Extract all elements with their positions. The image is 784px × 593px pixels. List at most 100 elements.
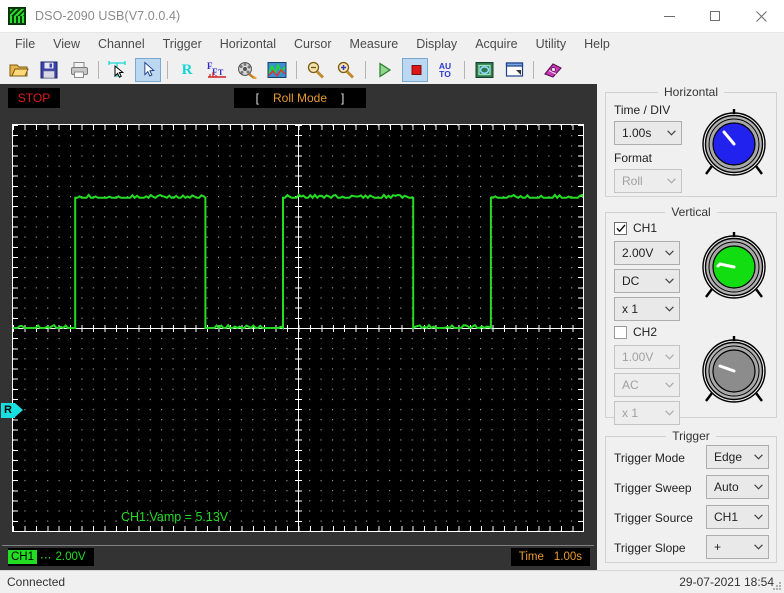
trigger-sweep-label: Trigger Sweep bbox=[614, 481, 692, 495]
ch1-volts-div-value: 2.00V bbox=[622, 246, 653, 260]
save-button[interactable] bbox=[36, 58, 62, 82]
title-bar: DSO-2090 USB(V7.0.0.4) bbox=[0, 0, 784, 33]
menu-display[interactable]: Display bbox=[407, 35, 466, 53]
menu-measure[interactable]: Measure bbox=[341, 35, 408, 53]
chevron-down-icon bbox=[752, 544, 764, 550]
window-layout-icon bbox=[505, 61, 524, 79]
run-button[interactable] bbox=[372, 58, 398, 82]
help-book-button[interactable] bbox=[540, 58, 566, 82]
horizontal-group-title: Horizontal bbox=[606, 85, 776, 99]
window-title: DSO-2090 USB(V7.0.0.4) bbox=[35, 9, 180, 23]
menu-view[interactable]: View bbox=[44, 35, 89, 53]
timebase-badge[interactable]: Time 1.00s bbox=[511, 548, 590, 566]
toolbar: R F F T AU TO bbox=[0, 55, 784, 86]
maximize-icon bbox=[710, 11, 720, 21]
auto-set-button[interactable]: AU TO bbox=[432, 58, 458, 82]
ch1-checkbox[interactable] bbox=[614, 222, 627, 235]
ch1-settings-badge[interactable]: CH1 ⋯ 2.00V bbox=[8, 548, 94, 566]
format-select[interactable]: Roll bbox=[614, 169, 682, 193]
ch1-coupling-value: DC bbox=[622, 274, 639, 288]
menu-utility[interactable]: Utility bbox=[527, 35, 576, 53]
menu-cursor[interactable]: Cursor bbox=[285, 35, 341, 53]
trigger-slope-label: Trigger Slope bbox=[614, 541, 686, 555]
ch2-label: CH2 bbox=[633, 325, 657, 339]
stop-button[interactable] bbox=[402, 58, 428, 82]
trigger-mode-select[interactable]: Edge bbox=[706, 445, 769, 469]
ch1-badge-name: CH1 bbox=[8, 550, 37, 564]
ch2-position-knob[interactable] bbox=[698, 335, 770, 407]
print-button[interactable] bbox=[66, 58, 92, 82]
measurement-readout: CH1:Vamp = 5.13V bbox=[121, 510, 228, 524]
menu-acquire[interactable]: Acquire bbox=[466, 35, 526, 53]
mode-label: Roll Mode bbox=[273, 91, 327, 105]
fft-icon: F F T bbox=[207, 61, 227, 79]
timebase-value: 1.00s bbox=[554, 551, 582, 563]
pointer-button[interactable] bbox=[135, 58, 161, 82]
stop-icon bbox=[410, 62, 423, 78]
ch1-probe-select[interactable]: x 1 bbox=[614, 297, 680, 321]
ch1-waveform-trace bbox=[13, 125, 583, 531]
waveform-view-button[interactable] bbox=[264, 58, 290, 82]
ch1-volts-div-select[interactable]: 2.00V bbox=[614, 241, 680, 265]
fft-button[interactable]: F F T bbox=[204, 58, 230, 82]
zoom-in-button[interactable] bbox=[333, 58, 359, 82]
chevron-down-icon bbox=[663, 250, 675, 256]
fit-screen-icon bbox=[475, 61, 494, 79]
ch1-coupling-icon: ⋯ bbox=[40, 550, 53, 564]
horizontal-position-knob[interactable] bbox=[698, 108, 770, 180]
control-panel: Horizontal Time / DIV 1.00s Format Roll bbox=[597, 84, 784, 571]
menu-file[interactable]: File bbox=[6, 35, 44, 53]
menu-horizontal[interactable]: Horizontal bbox=[211, 35, 285, 53]
chevron-down-icon bbox=[663, 306, 675, 312]
record-button[interactable]: R bbox=[174, 58, 200, 82]
window-layout-button[interactable] bbox=[501, 58, 527, 82]
ch1-position-knob[interactable] bbox=[698, 231, 770, 303]
ch2-checkbox[interactable] bbox=[614, 326, 627, 339]
zoom-out-button[interactable] bbox=[303, 58, 329, 82]
chevron-down-icon bbox=[663, 278, 675, 284]
menu-help[interactable]: Help bbox=[575, 35, 619, 53]
filter-button[interactable] bbox=[234, 58, 260, 82]
ch2-volts-div-select[interactable]: 1.00V bbox=[614, 345, 680, 369]
menu-trigger[interactable]: Trigger bbox=[154, 35, 211, 53]
toolbar-separator bbox=[98, 61, 99, 79]
trigger-source-select[interactable]: CH1 bbox=[706, 505, 769, 529]
svg-text:T: T bbox=[218, 68, 224, 77]
menu-channel[interactable]: Channel bbox=[89, 35, 154, 53]
minimize-button[interactable] bbox=[646, 0, 692, 32]
run-icon bbox=[377, 62, 393, 78]
time-div-select[interactable]: 1.00s bbox=[614, 121, 682, 145]
close-button[interactable] bbox=[738, 0, 784, 32]
trigger-slope-select[interactable]: + bbox=[706, 535, 769, 559]
trigger-reference-marker[interactable]: R bbox=[1, 402, 23, 418]
open-button[interactable] bbox=[6, 58, 32, 82]
time-div-value: 1.00s bbox=[622, 126, 651, 140]
trigger-group-title: Trigger bbox=[606, 429, 776, 443]
chevron-down-icon bbox=[663, 382, 675, 388]
trigger-reference-label: R bbox=[1, 403, 15, 418]
ch2-probe-value: x 1 bbox=[622, 406, 638, 420]
scope-status-line: STOP [ Roll Mode ] bbox=[2, 86, 594, 110]
ch2-probe-select[interactable]: x 1 bbox=[614, 401, 680, 425]
toolbar-separator bbox=[533, 61, 534, 79]
resize-grip-icon[interactable] bbox=[770, 579, 782, 591]
connection-status: Connected bbox=[7, 575, 65, 589]
ch2-enable-row[interactable]: CH2 bbox=[614, 325, 657, 339]
ch2-coupling-select[interactable]: AC bbox=[614, 373, 680, 397]
fit-screen-button[interactable] bbox=[471, 58, 497, 82]
mode-close-bracket: ] bbox=[341, 91, 344, 105]
open-icon bbox=[9, 61, 29, 79]
ch1-enable-row[interactable]: CH1 bbox=[614, 221, 657, 235]
trigger-sweep-select[interactable]: Auto bbox=[706, 475, 769, 499]
maximize-button[interactable] bbox=[692, 0, 738, 32]
measure-cursor-button[interactable] bbox=[105, 58, 131, 82]
trigger-sweep-value: Auto bbox=[714, 480, 739, 494]
trigger-group: Trigger Trigger Mode Edge Trigger Sweep … bbox=[605, 436, 777, 563]
waveform-grid[interactable]: CH1:Vamp = 5.13V bbox=[12, 124, 584, 532]
window-controls bbox=[646, 0, 784, 32]
chevron-down-icon bbox=[752, 514, 764, 520]
zoom-in-icon bbox=[336, 61, 356, 79]
ch1-coupling-select[interactable]: DC bbox=[614, 269, 680, 293]
chevron-down-icon bbox=[752, 454, 764, 460]
format-value: Roll bbox=[622, 174, 643, 188]
